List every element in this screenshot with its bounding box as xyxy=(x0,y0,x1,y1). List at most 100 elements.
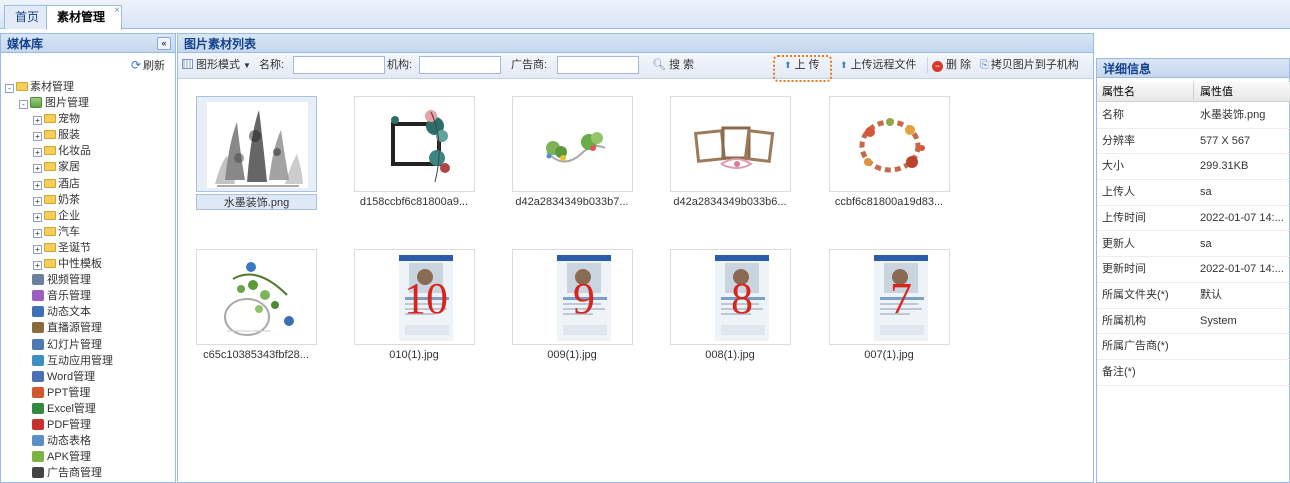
tree-node[interactable]: 视频管理 xyxy=(5,272,113,288)
image-filename[interactable]: d158ccbf6c81800a9... xyxy=(344,194,484,210)
image-filename[interactable]: d42a2834349b033b7... xyxy=(502,194,642,210)
tree-node[interactable]: + 圣诞节 xyxy=(5,240,113,256)
search-button[interactable]: 🔍︎ 搜 索 xyxy=(652,55,694,75)
tab-home[interactable]: 首页 xyxy=(4,5,51,29)
tree-node[interactable]: - 素材管理 xyxy=(5,79,113,95)
expand-toggle-icon[interactable]: + xyxy=(33,244,42,254)
tree-node[interactable]: 互动应用管理 xyxy=(5,353,113,369)
image-thumbnail[interactable]: 9 xyxy=(512,249,633,345)
tab-close-icon[interactable]: × xyxy=(114,0,120,22)
tree-node-label: 汽车 xyxy=(58,225,80,238)
image-thumbnail[interactable] xyxy=(670,96,791,192)
image-filename[interactable]: 水墨装饰.png xyxy=(196,194,317,210)
copy-to-child-button[interactable]: ⎘ 拷贝图片到子机构 xyxy=(980,55,1079,75)
image-filename[interactable]: 007(1).jpg xyxy=(819,347,959,363)
expand-toggle-icon[interactable]: + xyxy=(33,196,42,206)
tree-node[interactable]: + 汽车 xyxy=(5,224,113,240)
collapse-toggle-icon[interactable]: - xyxy=(5,84,14,93)
tree-node[interactable]: PPT管理 xyxy=(5,385,113,401)
expand-toggle-icon[interactable]: + xyxy=(33,148,42,158)
tree-node[interactable]: 动态文本 xyxy=(5,304,113,320)
property-value[interactable]: 2022-01-07 14:... xyxy=(1200,257,1288,282)
tree-node-label: Excel管理 xyxy=(47,402,96,415)
thumbnail-image: 8 xyxy=(681,255,782,341)
expand-toggle-icon[interactable]: + xyxy=(33,164,42,174)
slides-icon xyxy=(32,338,44,350)
tree-node-label: 动态文本 xyxy=(47,306,91,319)
tree-node-label: 幻灯片管理 xyxy=(47,338,102,351)
tree-node[interactable]: Word管理 xyxy=(5,369,113,385)
image-filename[interactable]: ccbf6c81800a19d83... xyxy=(819,194,959,210)
org-input[interactable] xyxy=(419,56,501,74)
property-value[interactable]: System xyxy=(1200,309,1288,334)
image-filename[interactable]: 010(1).jpg xyxy=(344,347,484,363)
property-value[interactable]: 2022-01-07 14:... xyxy=(1200,206,1288,231)
refresh-button[interactable]: ⟳ 刷新 xyxy=(131,57,165,73)
image-thumbnail[interactable]: 7 xyxy=(829,249,950,345)
tree-node[interactable]: 直播源管理 xyxy=(5,320,113,336)
detail-header: 详细信息 xyxy=(1096,58,1290,78)
app-icon xyxy=(32,354,44,366)
property-value[interactable]: 577 X 567 xyxy=(1200,129,1288,154)
image-filename[interactable]: 009(1).jpg xyxy=(502,347,642,363)
property-value[interactable]: 默认 xyxy=(1200,283,1288,308)
image-thumbnail[interactable]: 8 xyxy=(670,249,791,345)
detail-row: 所属广告商(*) xyxy=(1097,334,1290,360)
tree-node-label: 直播源管理 xyxy=(47,322,102,335)
property-name: 所属文件夹(*) xyxy=(1102,288,1169,301)
tree-node[interactable]: APK管理 xyxy=(5,449,113,465)
tree-node[interactable]: 幻灯片管理 xyxy=(5,337,113,353)
tree-node[interactable]: PDF管理 xyxy=(5,417,113,433)
tree-node[interactable]: + 奶茶 xyxy=(5,192,113,208)
excel-icon xyxy=(32,402,44,414)
tree-node[interactable]: + 企业 xyxy=(5,208,113,224)
delete-button[interactable]: − 删 除 xyxy=(932,55,971,75)
tree-node-label: 家居 xyxy=(58,161,80,174)
table-icon xyxy=(32,435,44,447)
image-filename[interactable]: d42a2834349b033b6... xyxy=(660,194,800,210)
image-filename[interactable]: c65c10385343fbf28... xyxy=(186,347,326,363)
property-value[interactable]: sa xyxy=(1200,232,1288,257)
thumbnail-image xyxy=(523,102,624,188)
header-divider xyxy=(1193,82,1194,102)
tab-material[interactable]: 素材管理 × xyxy=(46,5,123,30)
tree-node[interactable]: 音乐管理 xyxy=(5,288,113,304)
property-name: 更新时间 xyxy=(1102,263,1146,276)
tree-node[interactable]: - 图片管理 xyxy=(5,95,113,111)
image-thumbnail[interactable] xyxy=(196,249,317,345)
tree-node[interactable]: 动态表格 xyxy=(5,433,113,449)
name-input[interactable] xyxy=(293,56,385,74)
collapse-icon[interactable]: « xyxy=(157,37,171,50)
tree-node[interactable]: 广告商管理 xyxy=(5,465,113,481)
tree-node[interactable]: + 酒店 xyxy=(5,176,113,192)
image-thumbnail[interactable]: 10 xyxy=(354,249,475,345)
sidebar: ⟳ 刷新 - 素材管理 - 图片管理 + 宠物 + 服装 + 化妆品 + 家居 + 酒店 + 奶茶 + 企业 + 汽车 +… xyxy=(0,53,176,483)
image-thumbnail[interactable] xyxy=(829,96,950,192)
view-mode-button[interactable]: 图形模式 ▼ xyxy=(182,55,251,75)
image-thumbnail[interactable] xyxy=(196,96,317,192)
tree-node[interactable]: + 服装 xyxy=(5,127,113,143)
collapse-toggle-icon[interactable]: - xyxy=(19,100,28,110)
tree-node[interactable]: + 宠物 xyxy=(5,111,113,127)
tree-node[interactable]: + 化妆品 xyxy=(5,143,113,159)
image-thumbnail[interactable] xyxy=(354,96,475,192)
property-value[interactable]: 水墨装饰.png xyxy=(1200,103,1288,128)
expand-toggle-icon[interactable]: + xyxy=(33,228,42,238)
tree-node[interactable]: Excel管理 xyxy=(5,401,113,417)
tree-node[interactable]: + 家居 xyxy=(5,159,113,175)
expand-toggle-icon[interactable]: + xyxy=(33,212,42,222)
expand-toggle-icon[interactable]: + xyxy=(33,116,42,126)
image-thumbnail[interactable] xyxy=(512,96,633,192)
expand-toggle-icon[interactable]: + xyxy=(33,180,42,190)
advertiser-input[interactable] xyxy=(557,56,639,74)
expand-toggle-icon[interactable]: + xyxy=(33,261,42,271)
property-value[interactable]: sa xyxy=(1200,180,1288,205)
image-filename[interactable]: 008(1).jpg xyxy=(660,347,800,363)
expand-toggle-icon[interactable]: + xyxy=(33,132,42,142)
copy-icon: ⎘ xyxy=(980,59,989,71)
tree-node-label: 图片管理 xyxy=(45,97,89,110)
tree-node-label: 音乐管理 xyxy=(47,290,91,303)
upload-remote-button[interactable]: ⬆ 上传远程文件 xyxy=(840,55,917,75)
tree-node[interactable]: + 中性模板 xyxy=(5,256,113,272)
property-value[interactable]: 299.31KB xyxy=(1200,154,1288,179)
